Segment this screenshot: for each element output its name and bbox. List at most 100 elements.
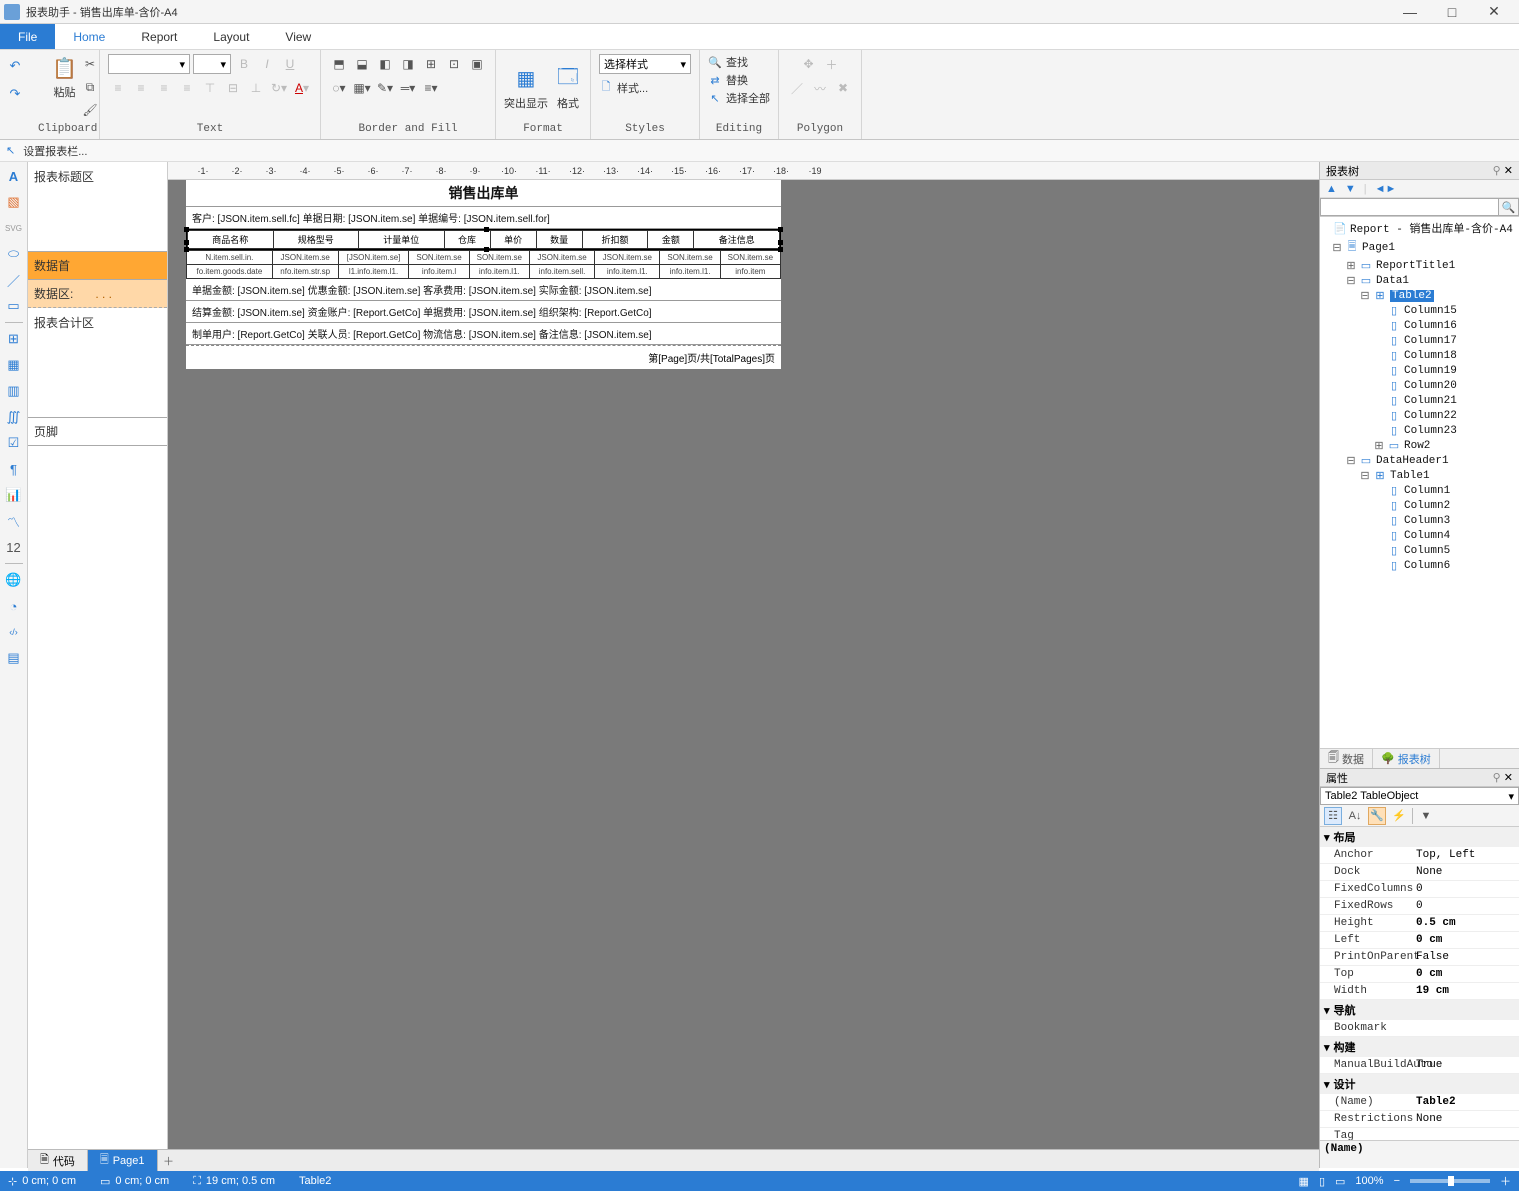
poly-add-button[interactable]: ＋ <box>822 54 842 74</box>
report-meta-row-1[interactable]: 客户: [JSON.item.sell.fc] 单据日期: [JSON.item… <box>186 207 781 229</box>
props-wrench-button[interactable]: 🔧 <box>1368 807 1386 825</box>
poly-line-button[interactable]: ／ <box>787 78 807 98</box>
report-data-table[interactable]: N.item.sell.in.JSON.item.se[JSON.item.se… <box>186 250 781 279</box>
fill-style-button[interactable]: ▦▾ <box>352 78 372 98</box>
tab-report-tree[interactable]: 🌳报表树 <box>1373 749 1440 768</box>
font-family-combo[interactable]: ▾ <box>108 54 190 74</box>
align-left-button[interactable]: ≡ <box>108 78 128 98</box>
nav-down-icon[interactable]: ▼ <box>1345 183 1356 195</box>
tool-richtext[interactable]: ¶ <box>4 459 24 479</box>
nav-up-icon[interactable]: ▲ <box>1326 183 1337 195</box>
style-combo[interactable]: 选择样式▾ <box>599 54 691 74</box>
props-object-selector[interactable]: Table2 TableObject▾ <box>1320 787 1519 805</box>
properties-grid[interactable]: ▾布局 AnchorTop, Left DockNone FixedColumn… <box>1320 827 1519 1140</box>
band-data[interactable]: 数据区:. . . <box>28 280 167 308</box>
line-style-button[interactable]: ≡▾ <box>421 78 441 98</box>
font-size-combo[interactable]: ▾ <box>193 54 231 74</box>
tree-search-input[interactable] <box>1320 198 1499 216</box>
expand-icon[interactable]: ▾ <box>1324 1004 1330 1017</box>
border-outer-button[interactable]: ▣ <box>467 54 487 74</box>
col-header[interactable]: 计量单位 <box>359 231 445 249</box>
tool-sparkline[interactable]: 〽 <box>4 511 24 531</box>
band-report-title[interactable]: 报表标题区 <box>28 162 167 252</box>
tool-html[interactable]: ‹/› <box>4 622 24 642</box>
valign-middle-button[interactable]: ⊟ <box>223 78 243 98</box>
band-report-summary[interactable]: 报表合计区 <box>28 308 167 418</box>
tool-line[interactable]: ／ <box>4 270 24 290</box>
band-data-header[interactable]: 数据首 <box>28 252 167 280</box>
tool-subreport[interactable]: ▤ <box>4 648 24 668</box>
zoom-out-button[interactable]: − <box>1394 1175 1400 1187</box>
col-header[interactable]: 折扣额 <box>582 231 648 249</box>
view-mode-3-icon[interactable]: ▭ <box>1335 1175 1345 1188</box>
undo-button[interactable]: ↶ <box>5 56 25 76</box>
report-meta-row-2[interactable]: 单据金额: [JSON.item.se] 优惠金额: [JSON.item.se… <box>186 279 781 301</box>
tab-file[interactable]: File <box>0 24 55 49</box>
line-color-button[interactable]: ✎▾ <box>375 78 395 98</box>
font-color-button[interactable]: A▾ <box>292 78 312 98</box>
props-categorized-button[interactable]: ☷ <box>1324 807 1342 825</box>
copy-button[interactable]: ⧉ <box>80 77 100 97</box>
border-all-button[interactable]: ⊞ <box>421 54 441 74</box>
poly-del-button[interactable]: ✖ <box>833 78 853 98</box>
tab-view[interactable]: View <box>267 24 329 49</box>
report-title-cell[interactable]: 销售出库单 <box>186 180 781 207</box>
props-alpha-button[interactable]: A↓ <box>1346 807 1364 825</box>
rotate-button[interactable]: ↻▾ <box>269 78 289 98</box>
highlight-button[interactable]: ▦ 突出显示 <box>504 65 548 111</box>
tool-chart[interactable]: 📊 <box>4 485 24 505</box>
border-top-button[interactable]: ⬒ <box>329 54 349 74</box>
tool-text[interactable]: A <box>4 166 24 186</box>
pointer-tool-icon[interactable]: ↖ <box>6 144 15 157</box>
report-page-footer[interactable]: 第[Page]页/共[TotalPages]页 <box>186 345 781 369</box>
tool-image[interactable]: ▧ <box>4 192 24 212</box>
tab-layout[interactable]: Layout <box>195 24 267 49</box>
col-header[interactable]: 仓库 <box>444 231 490 249</box>
report-page[interactable]: 销售出库单 客户: [JSON.item.sell.fc] 单据日期: [JSO… <box>186 180 781 369</box>
col-header[interactable]: 商品名称 <box>188 231 274 249</box>
cut-button[interactable]: ✂ <box>80 54 100 74</box>
bold-button[interactable]: B <box>234 54 254 74</box>
align-justify-button[interactable]: ≡ <box>177 78 197 98</box>
align-right-button[interactable]: ≡ <box>154 78 174 98</box>
tool-svg[interactable]: SVG <box>4 218 24 238</box>
redo-button[interactable]: ↷ <box>5 84 25 104</box>
search-icon[interactable]: 🔍 <box>1499 198 1519 216</box>
designer-toolbar-label[interactable]: 设置报表栏... <box>23 143 87 159</box>
tool-matrix[interactable]: ▦ <box>4 355 24 375</box>
align-center-button[interactable]: ≡ <box>131 78 151 98</box>
line-width-button[interactable]: ═▾ <box>398 78 418 98</box>
props-events-button[interactable]: ⚡ <box>1390 807 1408 825</box>
valign-bottom-button[interactable]: ⊥ <box>246 78 266 98</box>
format-painter-button[interactable]: 🖌 <box>80 100 100 120</box>
fill-color-button[interactable]: ◌▾ <box>329 78 349 98</box>
nav-prev-icon[interactable]: ◄► <box>1375 183 1397 195</box>
col-header[interactable]: 数量 <box>536 231 582 249</box>
close-button[interactable]: ✕ <box>1473 1 1515 23</box>
tool-number[interactable]: 12 <box>4 537 24 557</box>
italic-button[interactable]: I <box>257 54 277 74</box>
minimize-button[interactable]: — <box>1389 1 1431 23</box>
panel-close-icon[interactable]: ✕ <box>1504 772 1513 784</box>
report-meta-row-3[interactable]: 结算金额: [JSON.item.se] 资金账户: [Report.GetCo… <box>186 301 781 323</box>
styles-dialog-button[interactable]: 🗋样式... <box>599 78 648 97</box>
tool-gauge[interactable]: ◔ <box>4 596 24 616</box>
format-button[interactable]: 🗔 格式 <box>554 65 582 111</box>
col-header[interactable]: 单价 <box>490 231 536 249</box>
report-meta-row-4[interactable]: 制单用户: [Report.GetCo] 关联人员: [Report.GetCo… <box>186 323 781 345</box>
tab-code[interactable]: 🗎代码 <box>28 1150 88 1171</box>
poly-move-button[interactable]: ✥ <box>799 54 819 74</box>
tool-shape[interactable]: ⬭ <box>4 244 24 264</box>
border-none-button[interactable]: ⊡ <box>444 54 464 74</box>
selectall-button[interactable]: ↖选择全部 <box>708 90 770 106</box>
border-left-button[interactable]: ◧ <box>375 54 395 74</box>
col-header[interactable]: 备注信息 <box>694 231 780 249</box>
expand-icon[interactable]: ▾ <box>1324 1078 1330 1091</box>
underline-button[interactable]: U <box>280 54 300 74</box>
tab-home[interactable]: Home <box>55 24 123 49</box>
paste-button[interactable]: 📋 粘贴 <box>51 54 79 100</box>
tool-checkbox[interactable]: ☑ <box>4 433 24 453</box>
design-canvas[interactable]: 销售出库单 客户: [JSON.item.sell.fc] 单据日期: [JSO… <box>168 180 1319 1168</box>
band-page-footer[interactable]: 页脚 <box>28 418 167 446</box>
tab-data[interactable]: 🗐数据 <box>1320 749 1373 768</box>
